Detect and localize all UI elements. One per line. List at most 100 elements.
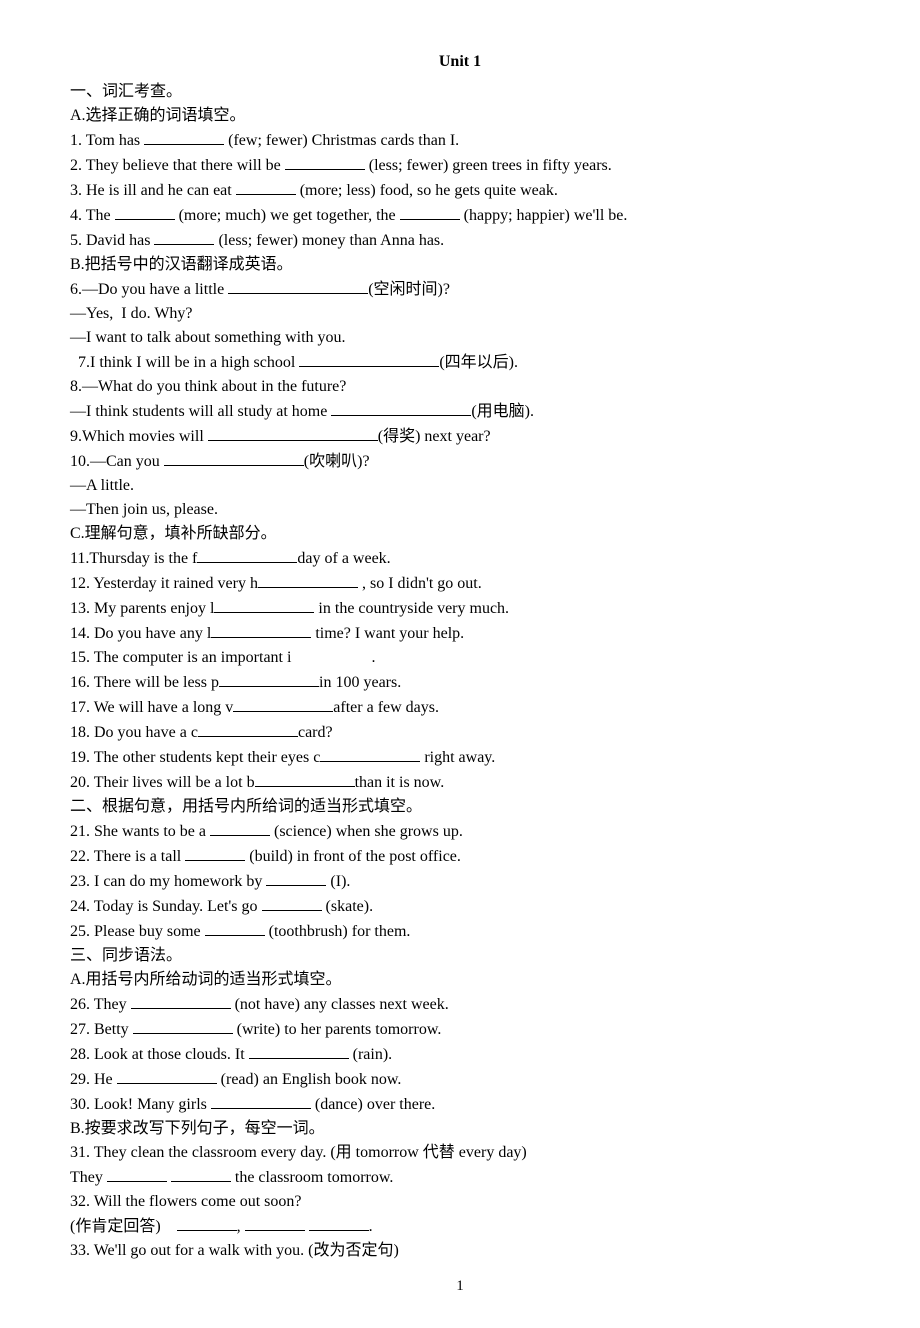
q24-text: 24. Today is Sunday. Let's go xyxy=(70,898,262,915)
q9-suffix: (得奖) next year? xyxy=(378,428,491,445)
question-18: 18. Do you have a c card? xyxy=(70,720,850,745)
q8r1-suffix: (用电脑). xyxy=(471,403,534,420)
q13-text: 13. My parents enjoy l xyxy=(70,600,214,617)
question-31: 31. They clean the classroom every day. … xyxy=(70,1141,850,1165)
blank xyxy=(115,203,175,220)
q22-suffix: (build) in front of the post office. xyxy=(245,848,461,865)
blank xyxy=(299,350,439,367)
blank xyxy=(208,424,378,441)
question-33: 33. We'll go out for a walk with you. (改… xyxy=(70,1239,850,1263)
q5-suffix: (less; fewer) money than Anna has. xyxy=(214,232,444,249)
page-number: 1 xyxy=(70,1275,850,1298)
q6-text: 6.—Do you have a little xyxy=(70,281,228,298)
question-3: 3. He is ill and he can eat (more; less)… xyxy=(70,178,850,203)
q21-text: 21. She wants to be a xyxy=(70,823,210,840)
q3-text: 3. He is ill and he can eat xyxy=(70,182,236,199)
q21-suffix: (science) when she grows up. xyxy=(270,823,463,840)
q26-text: 26. They xyxy=(70,996,131,1013)
question-6-reply1: —Yes, I do. Why? xyxy=(70,302,850,326)
q23-text: 23. I can do my homework by xyxy=(70,873,266,890)
q16-suffix: in 100 years. xyxy=(319,674,401,691)
question-9: 9.Which movies will (得奖) next year? xyxy=(70,424,850,449)
blank xyxy=(211,1092,311,1109)
q2-text: 2. They believe that there will be xyxy=(70,157,285,174)
q24-suffix: (skate). xyxy=(322,898,374,915)
question-26: 26. They (not have) any classes next wee… xyxy=(70,992,850,1017)
q19-suffix: right away. xyxy=(420,749,495,766)
section3-heading: 三、同步语法。 xyxy=(70,944,850,968)
q30-suffix: (dance) over there. xyxy=(311,1096,435,1113)
blank xyxy=(117,1067,217,1084)
question-22: 22. There is a tall (build) in front of … xyxy=(70,844,850,869)
q15-suffix: . xyxy=(371,649,375,666)
q22-text: 22. There is a tall xyxy=(70,848,185,865)
question-11: 11.Thursday is the fday of a week. xyxy=(70,546,850,571)
blank xyxy=(205,919,265,936)
section-b-heading: B.把括号中的汉语翻译成英语。 xyxy=(70,253,850,277)
question-19: 19. The other students kept their eyes c… xyxy=(70,745,850,770)
q1-suffix: (few; fewer) Christmas cards than I. xyxy=(224,132,459,149)
question-15: 15. The computer is an important i. xyxy=(70,646,850,670)
q10-text: 10.—Can you xyxy=(70,453,164,470)
blank xyxy=(164,449,304,466)
q27-suffix: (write) to her parents tomorrow. xyxy=(233,1021,442,1038)
q9-text: 9.Which movies will xyxy=(70,428,208,445)
q7-suffix: (四年以后). xyxy=(439,354,518,371)
question-32: 32. Will the flowers come out soon? xyxy=(70,1190,850,1214)
question-5: 5. David has (less; fewer) money than An… xyxy=(70,228,850,253)
blank xyxy=(177,1214,237,1231)
q11-suffix: day of a week. xyxy=(297,550,390,567)
q26-suffix: (not have) any classes next week. xyxy=(231,996,449,1013)
q10-suffix: (吹喇叭)? xyxy=(304,453,370,470)
q16-text: 16. There will be less p xyxy=(70,674,219,691)
question-10: 10.—Can you (吹喇叭)? xyxy=(70,449,850,474)
q23-suffix: (I). xyxy=(326,873,350,890)
q17-text: 17. We will have a long v xyxy=(70,699,233,716)
question-8-reply1: —I think students will all study at home… xyxy=(70,399,850,424)
question-14: 14. Do you have any l time? I want your … xyxy=(70,621,850,646)
blank xyxy=(185,844,245,861)
q25-suffix: (toothbrush) for them. xyxy=(265,923,411,940)
q18-suffix: card? xyxy=(298,724,333,741)
section2-heading: 二、根据句意，用括号内所给词的适当形式填空。 xyxy=(70,795,850,819)
blank xyxy=(262,894,322,911)
question-27: 27. Betty (write) to her parents tomorro… xyxy=(70,1017,850,1042)
q31r1-suffix: the classroom tomorrow. xyxy=(231,1169,393,1186)
q30-text: 30. Look! Many girls xyxy=(70,1096,211,1113)
q3-suffix: (more; less) food, so he gets quite weak… xyxy=(296,182,558,199)
q18-text: 18. Do you have a c xyxy=(70,724,198,741)
q6-suffix: (空闲时间)? xyxy=(368,281,450,298)
question-17: 17. We will have a long vafter a few day… xyxy=(70,695,850,720)
question-8: 8.—What do you think about in the future… xyxy=(70,375,850,399)
q14-text: 14. Do you have any l xyxy=(70,625,211,642)
blank xyxy=(331,399,471,416)
blank xyxy=(309,1214,369,1231)
question-4: 4. The (more; much) we get together, the… xyxy=(70,203,850,228)
blank xyxy=(266,869,326,886)
q14-suffix: time? I want your help. xyxy=(311,625,464,642)
section1-heading: 一、词汇考查。 xyxy=(70,80,850,104)
unit-title: Unit 1 xyxy=(70,50,850,74)
q4-mid: (more; much) we get together, the xyxy=(175,207,400,224)
question-25: 25. Please buy some (toothbrush) for the… xyxy=(70,919,850,944)
q31r1-text: They xyxy=(70,1169,107,1186)
q8r1-text: —I think students will all study at home xyxy=(70,403,331,420)
q29-suffix: (read) an English book now. xyxy=(217,1071,402,1088)
blank xyxy=(197,546,297,563)
q4-text: 4. The xyxy=(70,207,115,224)
q28-text: 28. Look at those clouds. It xyxy=(70,1046,249,1063)
question-6-reply2: —I want to talk about something with you… xyxy=(70,326,850,350)
blank xyxy=(154,228,214,245)
question-23: 23. I can do my homework by (I). xyxy=(70,869,850,894)
blank xyxy=(171,1165,231,1182)
question-16: 16. There will be less p in 100 years. xyxy=(70,670,850,695)
blank xyxy=(285,153,365,170)
question-7: 7.I think I will be in a high school (四年… xyxy=(70,350,850,375)
q25-text: 25. Please buy some xyxy=(70,923,205,940)
section-a-heading: A.选择正确的词语填空。 xyxy=(70,104,850,128)
question-2: 2. They believe that there will be (less… xyxy=(70,153,850,178)
blank xyxy=(144,128,224,145)
blank xyxy=(210,819,270,836)
q2-suffix: (less; fewer) green trees in fifty years… xyxy=(365,157,612,174)
blank xyxy=(228,277,368,294)
